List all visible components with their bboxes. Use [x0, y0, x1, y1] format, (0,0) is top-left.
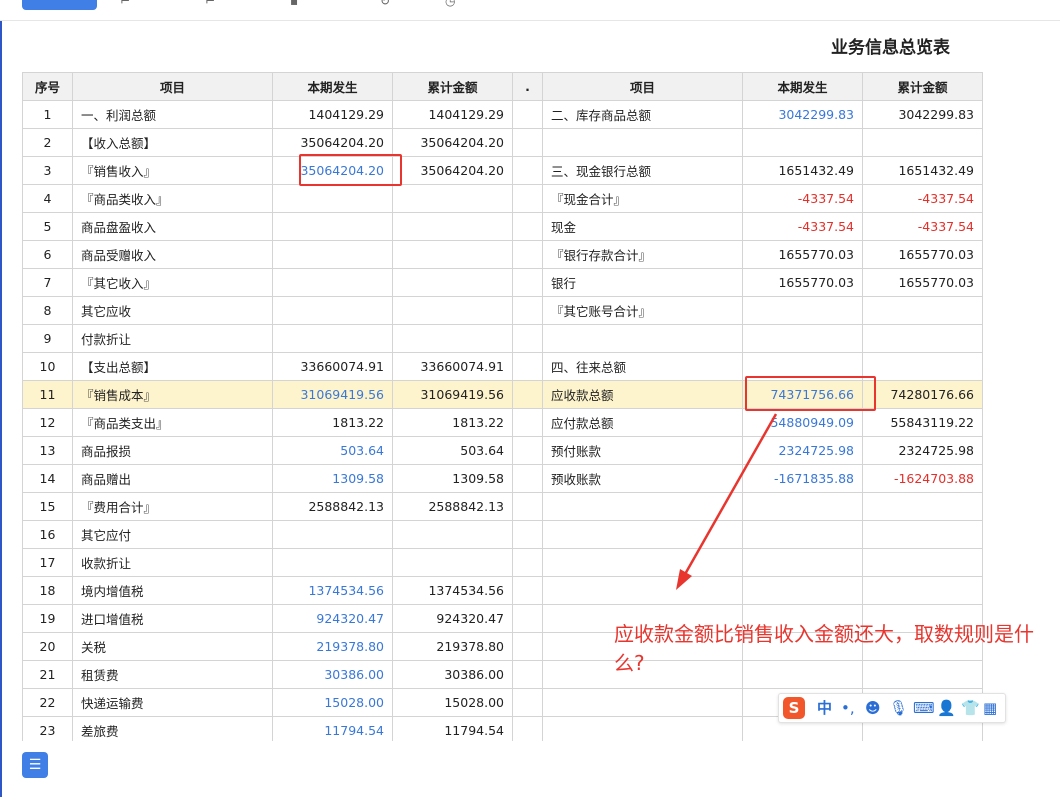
microphone-icon[interactable]: 🎙 [889, 698, 908, 718]
keyboard-icon[interactable]: ⌨ [913, 698, 935, 718]
apps-grid-icon[interactable]: ▦ [983, 698, 997, 718]
menu-toggle-button[interactable]: ☰ [22, 752, 48, 778]
user-icon[interactable]: 👤 [937, 698, 956, 718]
sogou-logo-icon[interactable]: S [783, 697, 805, 719]
annotation-text: 应收款金额比销售收入金额还大，取数规则是什么? [614, 622, 1034, 675]
emoji-icon[interactable]: ☻ [865, 698, 881, 718]
ime-toolbar[interactable]: S 中 •, ☻ 🎙 ⌨ 👤 👕 ▦ [778, 693, 1006, 723]
ime-punct-toggle[interactable]: •, [841, 698, 855, 718]
ime-mode-toggle[interactable]: 中 [817, 698, 832, 718]
skin-icon[interactable]: 👕 [961, 698, 980, 718]
